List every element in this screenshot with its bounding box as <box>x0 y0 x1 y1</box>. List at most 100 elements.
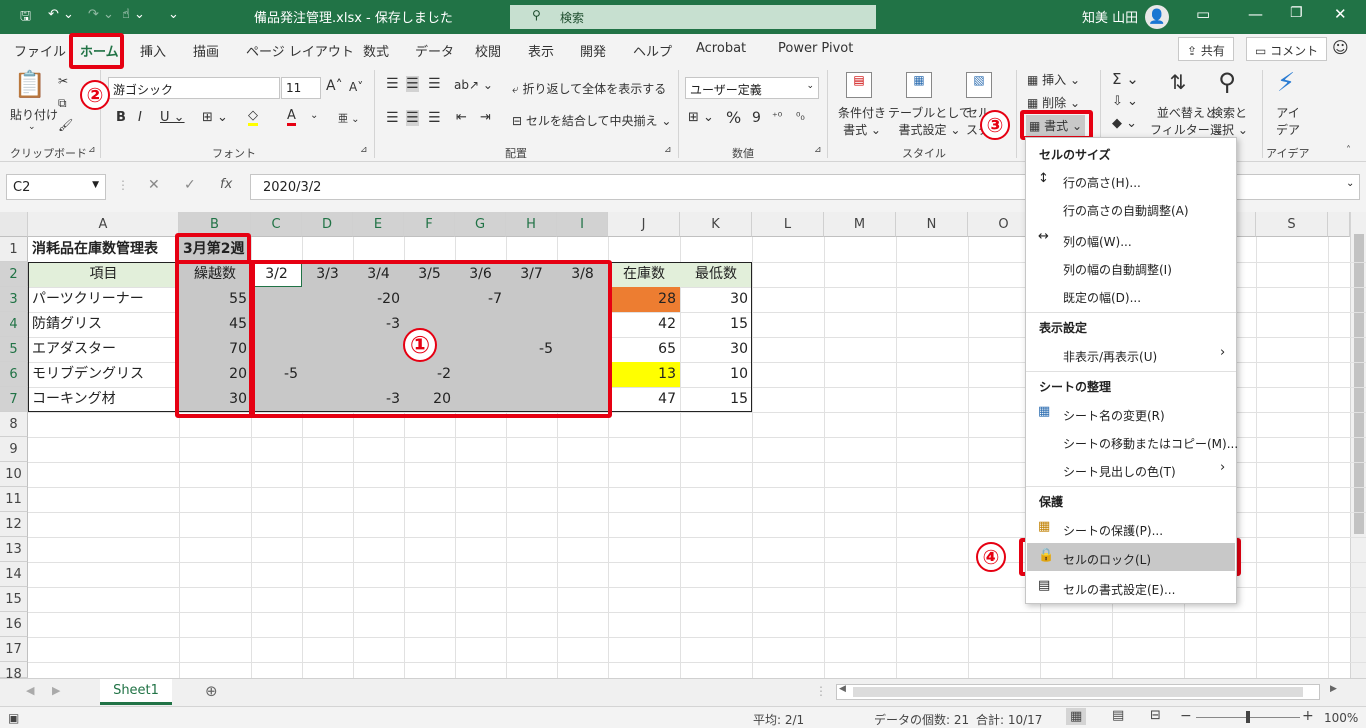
stock-cell[interactable]: 28 <box>608 287 680 312</box>
menu-item-move-copy[interactable]: シートの移動またはコピー(M)... <box>1063 435 1238 452</box>
row-header[interactable]: 16 <box>0 612 28 637</box>
select-all[interactable] <box>0 212 28 237</box>
tab-view[interactable]: 表示 <box>528 41 554 60</box>
row-header[interactable]: 1 <box>0 237 28 262</box>
row-header[interactable]: 9 <box>0 437 28 462</box>
page-layout-view-icon[interactable]: ▤ <box>1112 708 1124 723</box>
normal-view-icon[interactable]: ▦ <box>1066 708 1087 725</box>
redo-icon[interactable]: ↷ ⌄ <box>88 7 114 22</box>
collapse-ribbon-icon[interactable]: ˄ <box>1346 145 1351 156</box>
hscroll-thumb[interactable] <box>853 687 1303 697</box>
increase-decimal-icon[interactable]: ⁺⁰ <box>772 110 782 123</box>
tab-formulas[interactable]: 数式 <box>363 41 389 60</box>
sheet-tab-sheet1[interactable]: Sheet1 <box>100 679 172 705</box>
tab-developer[interactable]: 開発 <box>580 41 606 60</box>
row-header[interactable]: 4 <box>0 312 28 337</box>
touch-mode-icon[interactable]: ☝ ⌄ <box>122 7 145 22</box>
item-name[interactable]: 防錆グリス <box>28 312 179 337</box>
ribbon-display-icon[interactable]: ▭ <box>1196 5 1210 23</box>
decrease-decimal-icon[interactable]: ⁰₀ <box>796 110 805 123</box>
font-size-combo[interactable]: 11 <box>281 77 321 99</box>
format-painter-icon[interactable]: 🖌 <box>58 118 73 132</box>
decrease-indent-icon[interactable]: ⇤ <box>456 110 467 125</box>
menu-item-column-autofit[interactable]: 列の幅の自動調整(I) <box>1063 261 1172 278</box>
item-name[interactable]: コーキング材 <box>28 387 179 412</box>
menu-item-format-cells[interactable]: セルの書式設定(E)... <box>1063 581 1175 598</box>
column-header[interactable]: E <box>353 212 404 237</box>
tab-acrobat[interactable]: Acrobat <box>696 41 746 56</box>
row-header[interactable]: 12 <box>0 512 28 537</box>
menu-item-column-width[interactable]: 列の幅(W)... <box>1063 233 1132 250</box>
zoom-in-icon[interactable]: + <box>1302 708 1314 724</box>
border-icon[interactable]: ⊞ ⌄ <box>202 110 228 125</box>
sheet-title[interactable]: 消耗品在庫数管理表 <box>28 237 162 262</box>
tab-insert[interactable]: 挿入 <box>140 41 166 60</box>
row-header[interactable]: 15 <box>0 587 28 612</box>
ideas-button[interactable]: アイ デア <box>1276 104 1300 138</box>
item-name[interactable]: エアダスター <box>28 337 179 362</box>
row-header[interactable]: 8 <box>0 412 28 437</box>
row-header[interactable]: 5 <box>0 337 28 362</box>
tab-data[interactable]: データ <box>415 41 454 60</box>
zoom-slider-handle[interactable] <box>1246 711 1250 723</box>
comma-icon[interactable]: 9 <box>752 110 761 126</box>
clear-icon[interactable]: ◆ ⌄ <box>1112 116 1137 131</box>
column-header[interactable]: A <box>28 212 179 237</box>
title-chevron-icon[interactable]: ⌄ <box>432 10 440 21</box>
macro-record-icon[interactable]: ▣ <box>8 711 19 725</box>
autosum-icon[interactable]: Σ ⌄ <box>1112 70 1139 88</box>
stock-cell[interactable]: 65 <box>608 337 680 362</box>
scroll-thumb[interactable] <box>1354 234 1364 534</box>
align-center-icon[interactable]: ☰ <box>406 110 419 126</box>
number-format-combo[interactable]: ユーザー定義 ⌄ <box>685 77 819 99</box>
expand-formula-icon[interactable]: ⌄ <box>1346 178 1354 189</box>
column-header[interactable]: I <box>557 212 608 237</box>
wrap-text-button[interactable]: ⤶ 折り返して全体を表示する <box>512 80 666 97</box>
menu-item-lock-cell[interactable]: セルのロック(L) <box>1063 551 1151 568</box>
underline-icon[interactable]: U ⌄ <box>160 110 185 125</box>
italic-icon[interactable]: I <box>138 110 142 125</box>
save-icon[interactable]: 🖫 <box>20 7 31 29</box>
next-sheet-icon[interactable]: ▶ <box>52 684 60 697</box>
column-header[interactable]: N <box>896 212 968 237</box>
item-name[interactable]: パーツクリーナー <box>28 287 179 312</box>
prev-sheet-icon[interactable]: ◀ <box>26 684 34 697</box>
zoom-out-icon[interactable]: − <box>1180 708 1192 724</box>
find-select-button[interactable]: 検索と 選択 ⌄ <box>1210 104 1248 138</box>
row-header[interactable]: 3 <box>0 287 28 312</box>
page-break-view-icon[interactable]: ⊟ <box>1150 708 1161 723</box>
font-color-icon[interactable]: A <box>287 108 296 126</box>
alignment-launcher-icon[interactable]: ⊿ <box>664 145 672 155</box>
min-cell[interactable]: 15 <box>680 312 752 337</box>
tab-file[interactable]: ファイル <box>14 41 66 60</box>
undo-icon[interactable]: ↶ ⌄ <box>48 7 74 22</box>
insert-function-icon[interactable]: fx <box>220 177 232 192</box>
column-header[interactable]: J <box>608 212 680 237</box>
row-header[interactable]: 13 <box>0 537 28 562</box>
enter-icon[interactable]: ✓ <box>184 177 196 193</box>
orientation-icon[interactable]: ab↗ ⌄ <box>454 78 493 92</box>
row-header[interactable]: 6 <box>0 362 28 387</box>
item-name[interactable]: モリブデングリス <box>28 362 179 387</box>
menu-item-default-width[interactable]: 既定の幅(D)... <box>1063 289 1141 306</box>
min-cell[interactable]: 30 <box>680 337 752 362</box>
horizontal-scrollbar[interactable]: ◀ <box>836 684 1320 700</box>
font-shrink-icon[interactable]: A˅ <box>349 80 363 94</box>
increase-indent-icon[interactable]: ⇥ <box>480 110 491 125</box>
percent-icon[interactable]: % <box>726 108 741 127</box>
min-cell[interactable]: 15 <box>680 387 752 412</box>
font-color-chevron-icon[interactable]: ⌄ <box>310 110 318 121</box>
smiley-icon[interactable]: ☺ <box>1332 38 1349 57</box>
min-cell[interactable]: 30 <box>680 287 752 312</box>
format-as-table-button[interactable]: テーブルとして 書式設定 ⌄ <box>888 104 971 138</box>
bold-icon[interactable]: B <box>116 110 126 125</box>
name-box[interactable]: C2 ▼ <box>6 174 106 200</box>
align-left-icon[interactable]: ☰ <box>386 110 399 126</box>
paste-icon[interactable]: 📋 <box>12 70 48 100</box>
conditional-format-button[interactable]: 条件付き 書式 ⌄ <box>838 104 886 138</box>
row-header[interactable]: 10 <box>0 462 28 487</box>
menu-item-protect-sheet[interactable]: シートの保護(P)... <box>1063 522 1163 539</box>
column-header[interactable]: D <box>302 212 353 237</box>
delete-cells-button[interactable]: ▦ 削除 ⌄ <box>1027 94 1080 111</box>
scroll-right-icon[interactable]: ▶ <box>1330 684 1337 694</box>
